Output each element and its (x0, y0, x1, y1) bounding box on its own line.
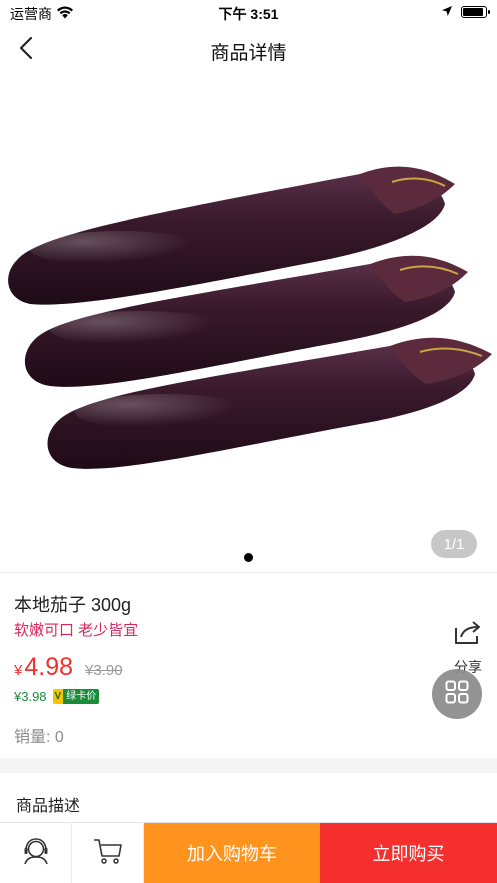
status-right (441, 4, 490, 20)
battery-fill (463, 8, 484, 16)
status-bar: 运营商 下午 3:51 (0, 0, 497, 26)
product-gallery[interactable]: 1/1 (0, 74, 497, 572)
buy-now-button[interactable]: 立即购买 (320, 823, 497, 883)
description-title: 商品描述 (16, 798, 81, 815)
gallery-page-dot[interactable] (244, 553, 253, 562)
share-icon (453, 620, 483, 651)
cart-button[interactable] (72, 823, 144, 883)
sales-count: 销量: 0 (14, 729, 64, 746)
customer-service-icon (21, 836, 51, 871)
nav-bar: 商品详情 (0, 26, 497, 74)
member-price: ¥3.98 (14, 689, 47, 704)
customer-service-button[interactable] (0, 823, 72, 883)
product-subtitle: 软嫩可口 老少皆宜 (14, 622, 139, 639)
product-name: 本地茄子 300g (14, 595, 132, 615)
section-gap (0, 758, 497, 773)
product-info: 本地茄子 300g 软嫩可口 老少皆宜 ¥4.98 ¥3.90 ¥3.98 V … (0, 573, 497, 758)
page-title: 商品详情 (210, 43, 287, 64)
location-arrow-icon (441, 4, 453, 20)
member-badge: V 绿卡价 (52, 689, 100, 704)
cart-icon (92, 837, 124, 870)
price-row: ¥4.98 ¥3.90 (14, 653, 123, 682)
bottom-action-bar: 加入购物车 立即购买 (0, 822, 497, 883)
price-symbol: ¥ (14, 662, 23, 679)
battery-icon (461, 6, 490, 18)
grid-menu-button[interactable] (432, 669, 482, 719)
member-badge-v: V (52, 689, 64, 704)
status-time: 下午 3:51 (218, 6, 279, 22)
grid-icon (445, 680, 469, 709)
original-price: ¥3.90 (85, 662, 123, 679)
gallery-counter: 1/1 (431, 530, 477, 558)
member-price-row: ¥3.98 V 绿卡价 (14, 689, 100, 704)
add-to-cart-button[interactable]: 加入购物车 (144, 823, 320, 883)
product-image (8, 166, 492, 469)
price-value: 4.98 (24, 653, 74, 681)
member-badge-text: 绿卡价 (63, 689, 100, 704)
